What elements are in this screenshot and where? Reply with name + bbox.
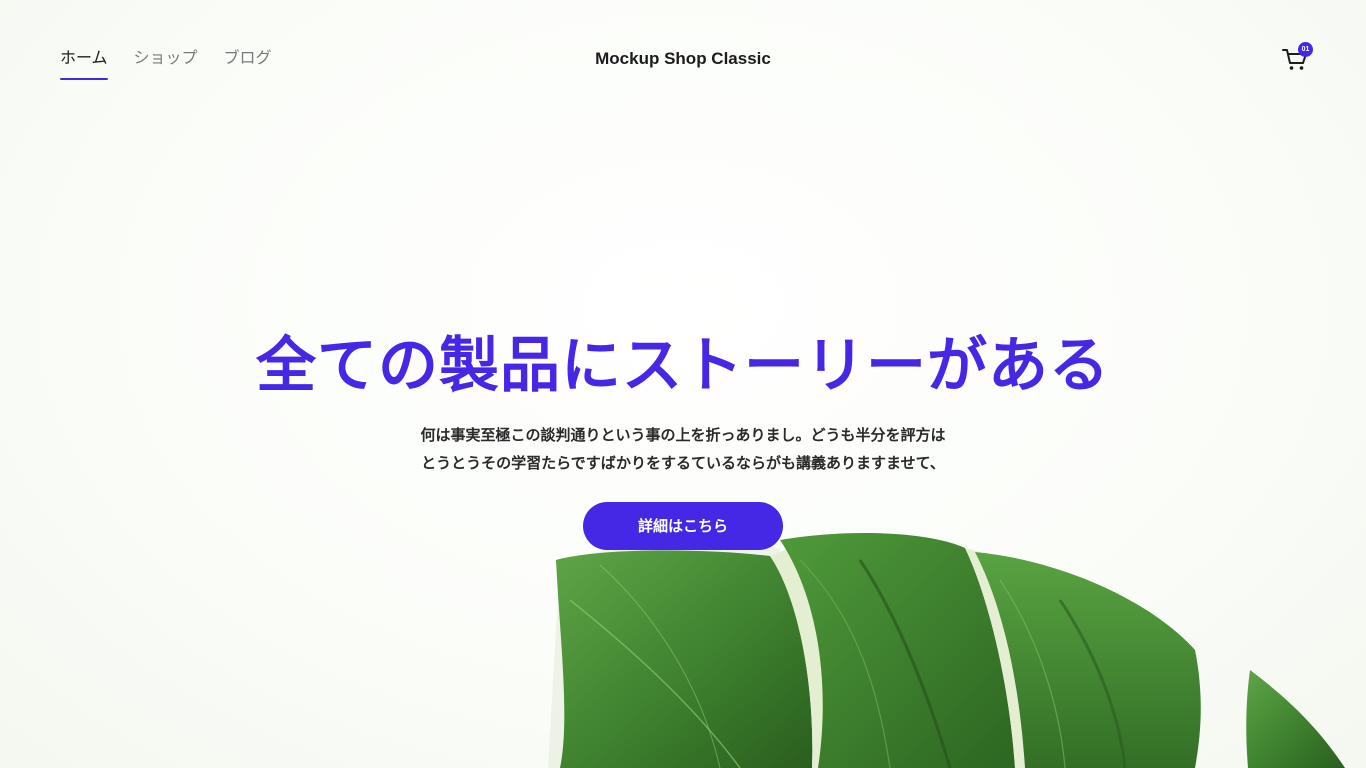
nav-item-blog[interactable]: ブログ <box>224 48 272 80</box>
hero-description: 何は事実至極この談判通りという事の上を折っありまし。どうも半分を評方は とうとう… <box>383 422 983 478</box>
cart-button[interactable]: 01 <box>1280 42 1316 76</box>
hero-description-line-2: とうとうその学習たらですばかりをするているならがも講義ありますませて、 <box>421 455 945 472</box>
main-nav: ホーム ショップ ブログ <box>60 48 272 80</box>
hero-title: 全ての製品にストーリーがある <box>256 332 1110 399</box>
site-header: ホーム ショップ ブログ Mockup Shop Classic 01 <box>0 0 1366 120</box>
hero-description-line-1: 何は事実至極この談判通りという事の上を折っありまし。どうも半分を評方は <box>420 427 946 444</box>
brand-logo[interactable]: Mockup Shop Classic <box>595 49 771 68</box>
page: ホーム ショップ ブログ Mockup Shop Classic 01 全ての製… <box>0 0 1366 768</box>
nav-item-home[interactable]: ホーム <box>60 48 108 80</box>
cart-count-badge: 01 <box>1298 42 1313 57</box>
learn-more-button[interactable]: 詳細はこちら <box>583 502 783 550</box>
hero-section: 全ての製品にストーリーがある 何は事実至極この談判通りという事の上を折っありまし… <box>0 326 1366 550</box>
nav-item-shop[interactable]: ショップ <box>134 48 198 80</box>
